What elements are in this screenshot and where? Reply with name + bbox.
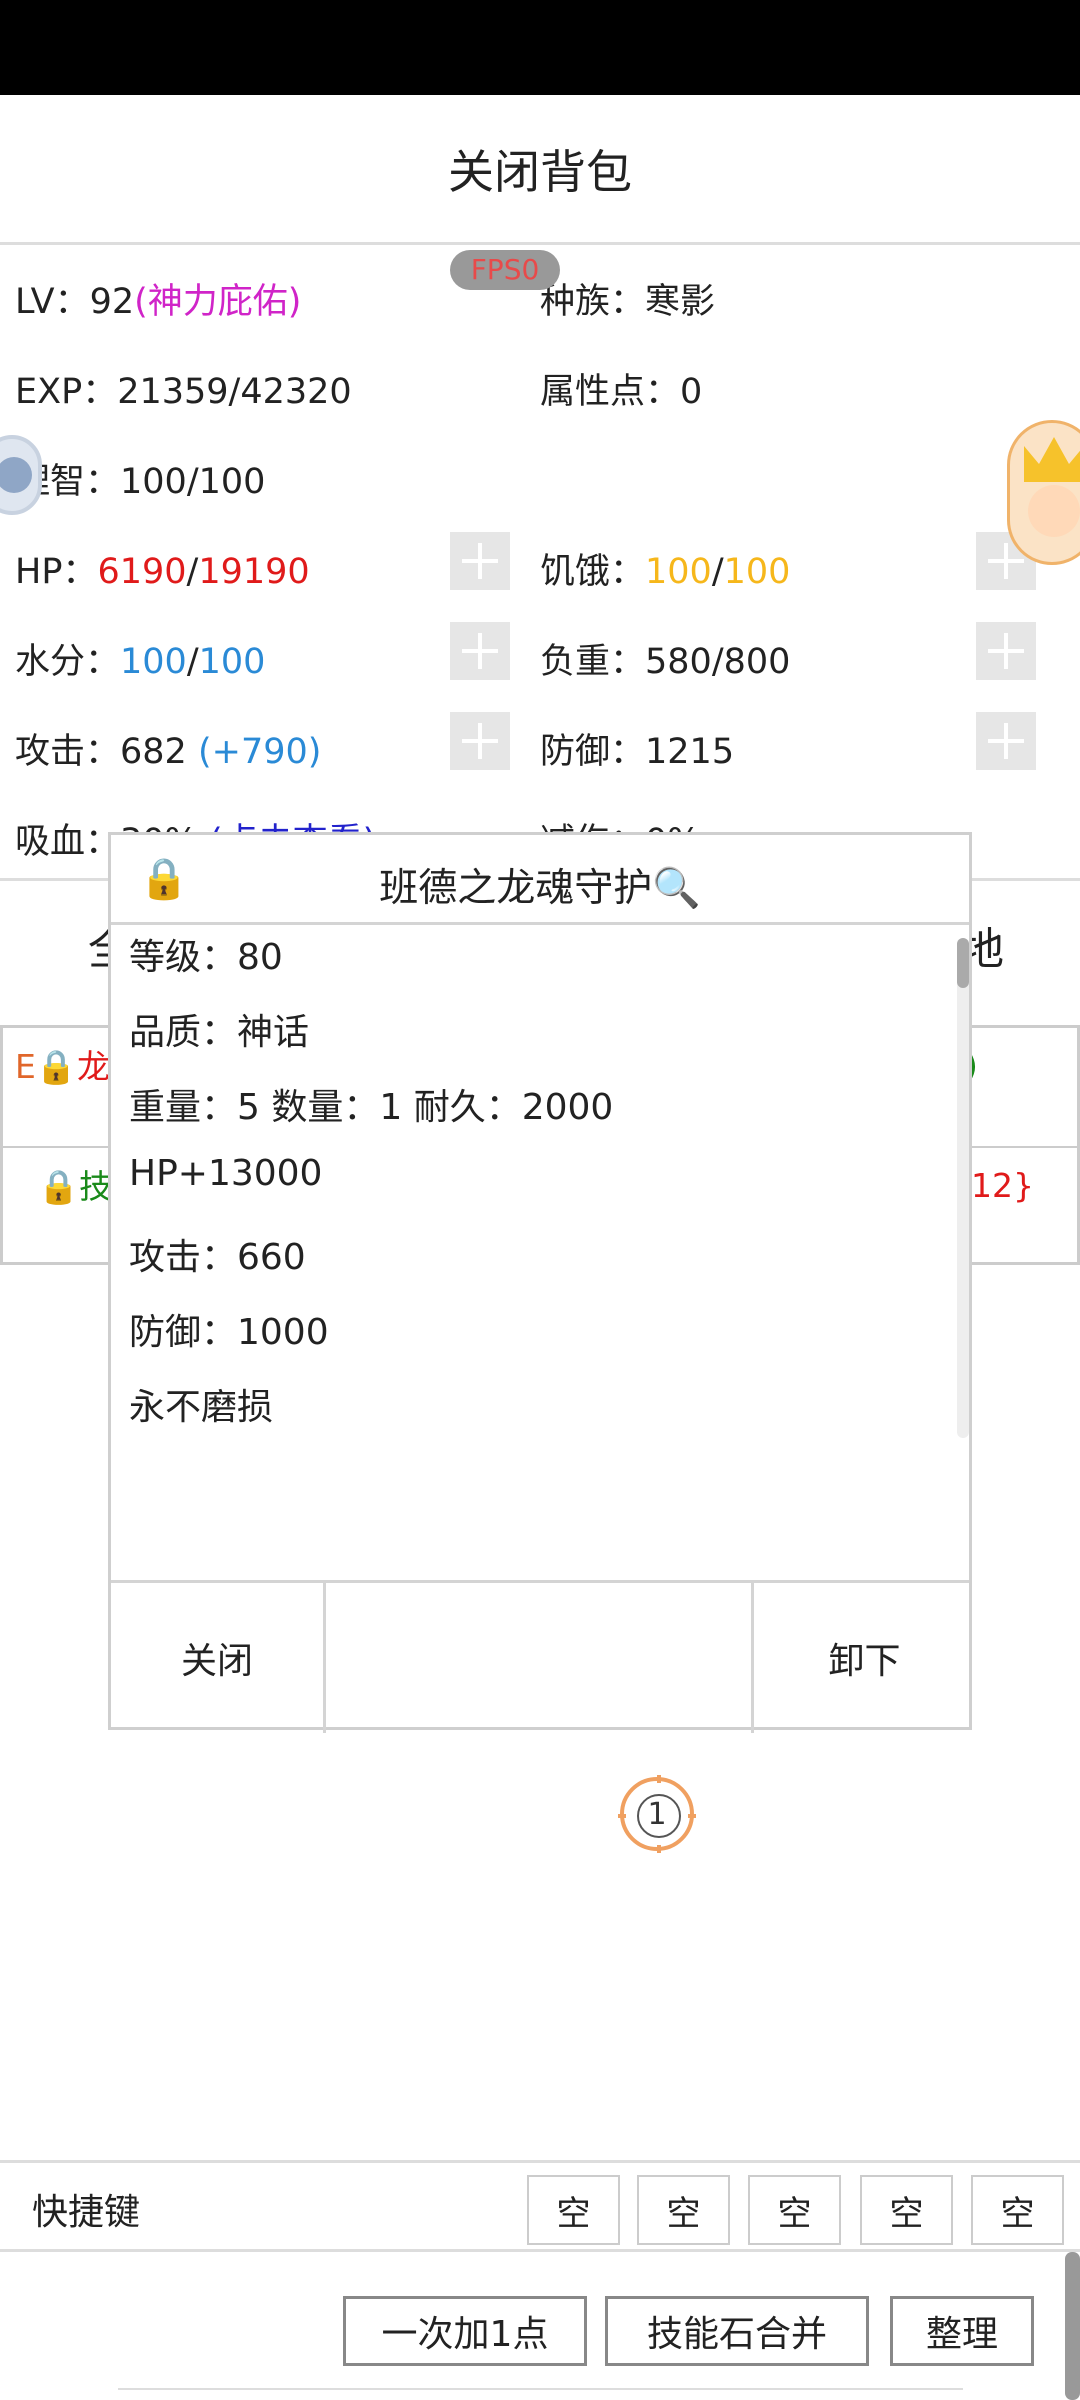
dialog-footer: 关闭 卸下 (111, 1580, 972, 1733)
race-label: 种族： (540, 282, 646, 322)
level-blessing: (神力庇佑) (134, 282, 302, 322)
attack-label: 攻击： (15, 732, 121, 772)
sort-button[interactable]: 整理 (890, 2296, 1034, 2366)
item-detail-body[interactable]: 等级：80 品质：神话 重量：5 数量：1 耐久：2000 HP+13000 攻… (111, 928, 969, 1580)
list-item[interactable]: E🔒龙 (15, 1040, 110, 1088)
hunger-separator: / (711, 552, 724, 592)
stat-defense: 防御：1215 (540, 723, 734, 774)
water-plus-button[interactable] (450, 622, 510, 680)
exp-value: 21359/42320 (117, 372, 352, 412)
detail-scrollbar-track[interactable] (957, 938, 969, 1438)
item-defense: 防御：1000 (129, 1312, 329, 1353)
race-value: 寒影 (645, 282, 716, 322)
character-stats-panel: LV：92(神力庇佑) 种族：寒影 EXP：21359/42320 属性点：0 … (0, 245, 1080, 880)
lifesteal-label: 吸血： (15, 822, 121, 862)
stat-level: LV：92(神力庇佑) (15, 273, 301, 324)
defense-label: 防御： (540, 732, 646, 772)
attr-label: 属性点： (540, 372, 681, 412)
detail-scrollbar-thumb[interactable] (957, 938, 969, 988)
status-bar (0, 0, 1080, 95)
shortcut-slot-3[interactable]: 空 (748, 2175, 841, 2245)
item-quality: 品质：神话 (129, 1012, 310, 1053)
item-weight-count-durability: 重量：5 数量：1 耐久：2000 (129, 1087, 614, 1128)
attack-value: 682 (120, 732, 187, 772)
fps-badge: FPS0 (450, 250, 560, 290)
water-separator: / (186, 642, 199, 682)
hp-max: 19190 (198, 552, 310, 592)
lock-icon: 🔒 (38, 1167, 80, 1206)
water-label: 水分： (15, 642, 121, 682)
shortcut-slot-4[interactable]: 空 (860, 2175, 953, 2245)
empty-action-cell (329, 1583, 754, 1733)
page-number: 1 (647, 1796, 667, 1832)
close-backpack-title[interactable]: 关闭背包 (448, 136, 632, 202)
floating-assistant-left[interactable] (0, 435, 42, 515)
stat-race: 种族：寒影 (540, 273, 715, 324)
indicator-tick (657, 1845, 661, 1853)
indicator-tick (657, 1775, 661, 1783)
floating-mascot-right[interactable] (1007, 420, 1080, 565)
water-max: 100 (198, 642, 266, 682)
crown-icon (1024, 437, 1080, 482)
hp-current: 6190 (97, 552, 187, 592)
defense-value: 1215 (645, 732, 735, 772)
shortcut-slot-1[interactable]: 空 (527, 2175, 620, 2245)
attr-value: 0 (680, 372, 703, 412)
attack-bonus: (+790) (197, 732, 322, 772)
item-hp-bonus: HP+13000 (129, 1153, 323, 1194)
level-value: 92 (89, 282, 135, 322)
hunger-max: 100 (723, 552, 791, 592)
equip-marker: E (15, 1047, 36, 1086)
close-button[interactable]: 关闭 (111, 1583, 326, 1733)
level-label: LV： (15, 282, 90, 322)
exp-label: EXP： (15, 372, 118, 412)
stat-attribute-points: 属性点：0 (540, 363, 702, 414)
assistant-icon (0, 457, 32, 493)
lock-icon: 🔒 (35, 1047, 77, 1086)
bottom-divider (118, 2388, 963, 2398)
dialog-header: 🔒 班德之龙魂守护🔍 (111, 835, 969, 925)
merge-skill-stones-button[interactable]: 技能石合并 (605, 2296, 869, 2366)
item-title[interactable]: 班德之龙魂守护🔍 (111, 857, 969, 913)
stat-hunger: 饥饿：100/100 (540, 543, 790, 594)
shortcut-slot-2[interactable]: 空 (637, 2175, 730, 2245)
attack-plus-button[interactable] (450, 712, 510, 770)
page-indicator[interactable]: 1 (618, 1775, 696, 1853)
hunger-current: 100 (645, 552, 712, 592)
hp-plus-button[interactable] (450, 532, 510, 590)
stat-attack: 攻击：682 (+790) (15, 723, 321, 774)
close-backpack-header[interactable]: 关闭背包 (0, 95, 1080, 245)
stat-water: 水分：100/100 (15, 633, 265, 684)
shortcut-label: 快捷键 (32, 2192, 141, 2233)
mascot-face-icon (1028, 485, 1080, 537)
page-scrollbar[interactable] (1065, 2252, 1080, 2400)
indicator-tick (688, 1814, 696, 1818)
stat-sanity: 理智：100/100 (15, 453, 265, 504)
item-level: 等级：80 (129, 937, 283, 978)
water-current: 100 (120, 642, 187, 682)
add-one-point-button[interactable]: 一次加1点 (343, 2296, 587, 2366)
shortcut-slot-5[interactable]: 空 (971, 2175, 1064, 2245)
stat-hp: HP：6190/19190 (15, 543, 310, 594)
defense-plus-button[interactable] (976, 712, 1036, 770)
hunger-label: 饥饿： (540, 552, 646, 592)
hp-label: HP： (15, 552, 98, 592)
item-no-wear: 永不磨损 (129, 1387, 274, 1428)
stat-load: 负重：580/800 (540, 633, 790, 684)
load-plus-button[interactable] (976, 622, 1036, 680)
item-attack: 攻击：660 (129, 1237, 306, 1278)
indicator-tick (618, 1814, 626, 1818)
list-item[interactable]: 🔒技 (38, 1160, 112, 1208)
load-value: 580/800 (645, 642, 791, 682)
shortcut-bar: 快捷键 空 空 空 空 空 (0, 2160, 1080, 2252)
unequip-button[interactable]: 卸下 (757, 1583, 972, 1733)
item-name: 龙 (76, 1047, 110, 1086)
hp-separator: / (186, 552, 199, 592)
load-label: 负重： (540, 642, 646, 682)
item-detail-dialog: 🔒 班德之龙魂守护🔍 等级：80 品质：神话 重量：5 数量：1 耐久：2000… (108, 832, 972, 1733)
sanity-value: 100/100 (120, 462, 266, 502)
stat-exp: EXP：21359/42320 (15, 363, 352, 414)
list-item-suffix: 12} (971, 1166, 1034, 1205)
